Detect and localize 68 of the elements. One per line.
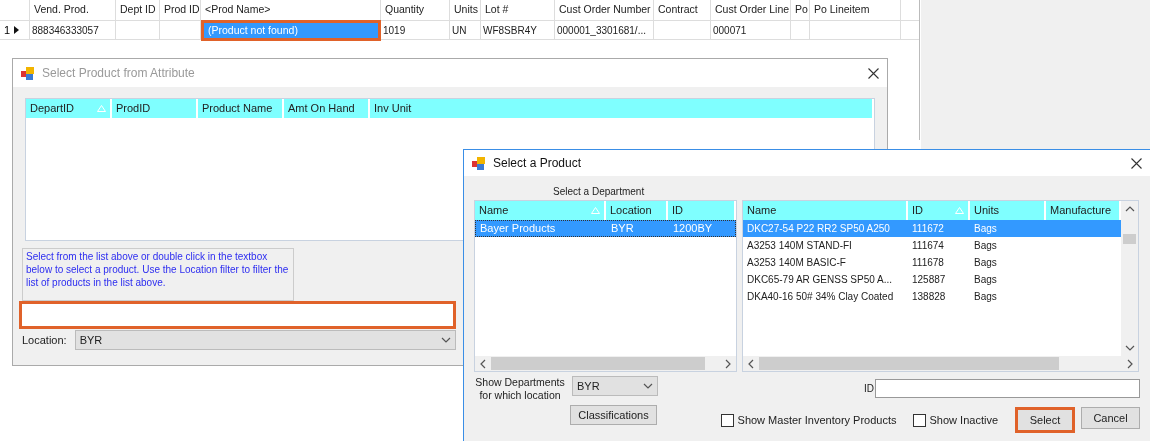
column-header[interactable]: ID — [908, 201, 970, 220]
product-input-field[interactable] — [19, 301, 456, 329]
column-header[interactable]: Lot # — [485, 2, 509, 18]
list-row[interactable]: A3253 140M STAND-FI 111674 Bags — [743, 237, 1121, 254]
id-label: ID — [864, 382, 874, 396]
window-title: Select Product from Attribute — [42, 65, 196, 82]
column-header[interactable]: Cust Order Number — [559, 2, 651, 18]
window-title: Select a Product — [493, 155, 583, 172]
sort-triangle-icon — [955, 207, 964, 214]
sort-triangle-icon — [97, 105, 106, 112]
location-dropdown[interactable]: BYR — [74, 330, 456, 350]
column-header[interactable]: Cust Order Line — [715, 2, 790, 18]
table-cell: WF8SBR4Y — [481, 21, 555, 39]
column-header[interactable]: <Prod Name> — [205, 2, 271, 18]
column-header[interactable]: Name — [743, 201, 908, 220]
column-header[interactable]: Prod ID — [164, 2, 200, 18]
classifications-button[interactable]: Classifications — [570, 405, 657, 425]
column-header[interactable]: ID — [668, 201, 736, 220]
table-cell: 1019 — [381, 21, 450, 39]
table-cell: (Product not found) — [201, 20, 381, 41]
horizontal-scrollbar[interactable] — [743, 356, 1138, 371]
table-cell: 888346333057 — [30, 21, 116, 39]
checkbox[interactable] — [720, 413, 734, 427]
checkbox[interactable] — [912, 413, 926, 427]
checkbox-option[interactable]: Show Inactive — [912, 411, 998, 429]
close-icon[interactable] — [1131, 157, 1142, 169]
section-heading: Select a Department — [553, 185, 645, 199]
app-icon — [21, 66, 34, 80]
column-header[interactable]: Vend. Prod. — [34, 2, 89, 18]
column-header[interactable]: DepartID — [26, 99, 112, 118]
close-icon[interactable] — [868, 67, 879, 79]
instruction-text: Select from the list above or double click in the textbox below to select a product. Use the Location filter to filter the list of products in the list above. — [22, 248, 294, 301]
column-header[interactable]: Inv Unit — [370, 99, 874, 118]
column-header[interactable]: Product Name — [198, 99, 284, 118]
table-cell: 000071 — [711, 21, 791, 39]
column-header[interactable]: Units — [454, 2, 478, 18]
list-row[interactable]: DKA40-16 50# 34% Clay Coated 138828 Bags — [743, 288, 1121, 305]
horizontal-scrollbar[interactable] — [475, 356, 736, 371]
location-dropdown[interactable]: BYR — [572, 376, 658, 396]
scrollbar-thumb[interactable] — [1123, 233, 1136, 244]
dropdown-chevron-icon — [440, 336, 451, 344]
select-button[interactable]: Select — [1015, 407, 1075, 433]
dropdown-chevron-icon — [643, 382, 653, 390]
list-row[interactable]: A3253 140M BASIC-F 111678 Bags — [743, 254, 1121, 271]
table-cell: UN — [450, 21, 481, 39]
sort-triangle-icon — [591, 207, 600, 214]
column-header[interactable]: Amt On Hand — [284, 99, 370, 118]
column-header[interactable]: Name — [475, 201, 606, 220]
id-input-field[interactable] — [875, 379, 1140, 398]
column-header[interactable]: Location — [606, 201, 668, 220]
column-header[interactable]: Quantity — [385, 2, 425, 18]
row-number: 1 — [4, 22, 11, 38]
location-label: Location: — [22, 332, 67, 348]
column-header[interactable]: Contract — [658, 2, 698, 18]
vertical-scrollbar[interactable] — [1121, 201, 1138, 356]
table-cell: 000001_3301681/... — [555, 21, 654, 39]
location-label: Show Departments for which location — [474, 376, 566, 402]
dropdown-chevron-icon — [1124, 344, 1135, 352]
column-header[interactable]: Manufacture — [1046, 201, 1121, 220]
list-row[interactable]: DKC65-79 AR GENSS SP50 A... 125887 Bags — [743, 271, 1121, 288]
column-header[interactable]: Units — [970, 201, 1046, 220]
cancel-button[interactable]: Cancel — [1081, 407, 1140, 429]
column-header[interactable]: Po Lineitem — [814, 2, 870, 18]
column-header[interactable]: Dept ID — [120, 2, 156, 18]
checkbox-option[interactable]: Show Master Inventory Products — [720, 411, 897, 429]
app-icon — [472, 156, 485, 170]
column-header[interactable]: ProdID — [112, 99, 198, 118]
column-header[interactable]: Po — [795, 2, 808, 18]
